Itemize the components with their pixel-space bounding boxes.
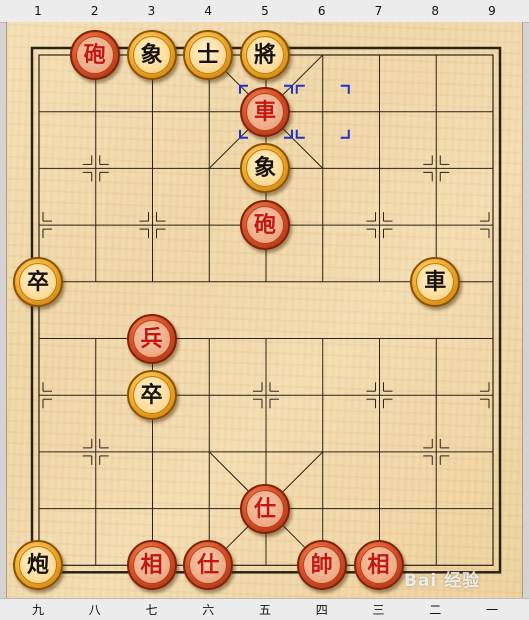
black-soldier-mid-piece[interactable]: 卒 bbox=[126, 370, 177, 421]
black-elephant-top-piece[interactable]: 象 bbox=[126, 30, 177, 80]
piece-face: 象 bbox=[132, 36, 171, 74]
piece-label: 將 bbox=[253, 42, 276, 68]
piece-face: 車 bbox=[416, 262, 455, 301]
piece-label: 砲 bbox=[83, 42, 106, 68]
selection-marker-2-corner-0 bbox=[295, 84, 305, 94]
piece-label: 士 bbox=[197, 42, 220, 68]
file-number-4: 4 bbox=[204, 4, 213, 18]
piece-face: 卒 bbox=[132, 376, 171, 415]
piece-label: 卒 bbox=[26, 268, 49, 295]
red-chariot-top-piece[interactable]: 車 bbox=[240, 86, 290, 137]
piece-label: 車 bbox=[424, 268, 447, 295]
file-chinese-numeral-2: 八 bbox=[88, 603, 101, 617]
piece-face: 相 bbox=[132, 546, 171, 585]
file-chinese-numeral-3: 七 bbox=[145, 603, 158, 617]
selection-marker-2-corner-2 bbox=[295, 129, 305, 139]
piece-label: 象 bbox=[253, 155, 276, 182]
piece-face: 車 bbox=[246, 92, 284, 131]
red-soldier-piece[interactable]: 兵 bbox=[126, 313, 177, 364]
black-chariot-right-piece[interactable]: 車 bbox=[410, 256, 461, 307]
file-number-2: 2 bbox=[90, 4, 99, 18]
black-soldier-left-piece[interactable]: 卒 bbox=[13, 256, 63, 307]
piece-face: 相 bbox=[359, 546, 398, 585]
file-chinese-numeral-6: 四 bbox=[315, 603, 328, 617]
piece-label: 象 bbox=[140, 42, 163, 68]
piece-face: 士 bbox=[189, 36, 228, 74]
piece-face: 炮 bbox=[19, 546, 57, 585]
file-number-6: 6 bbox=[317, 4, 326, 18]
top-coordinate-bar: 1 2 3 4 5 6 7 8 9 bbox=[0, 0, 529, 23]
piece-face: 仕 bbox=[246, 489, 284, 528]
watermark-text: Bai 经验 bbox=[404, 571, 481, 591]
red-elephant-left-piece[interactable]: 相 bbox=[126, 540, 177, 591]
black-general-piece[interactable]: 將 bbox=[240, 30, 290, 80]
file-chinese-numeral-4: 六 bbox=[202, 603, 215, 617]
file-chinese-numeral-8: 二 bbox=[429, 603, 442, 617]
piece-face: 砲 bbox=[246, 206, 284, 245]
watermark: Bai 经验 bbox=[404, 566, 480, 591]
piece-label: 相 bbox=[367, 552, 390, 579]
red-advisor-mid-piece[interactable]: 仕 bbox=[240, 483, 290, 534]
piece-face: 砲 bbox=[75, 36, 114, 74]
piece-face: 兵 bbox=[132, 319, 171, 358]
red-elephant-right-piece[interactable]: 相 bbox=[353, 540, 404, 591]
file-number-1: 1 bbox=[34, 4, 42, 18]
file-chinese-numeral-5: 五 bbox=[258, 603, 271, 617]
file-number-9: 9 bbox=[488, 4, 496, 18]
piece-face: 帥 bbox=[302, 546, 341, 585]
file-number-5: 5 bbox=[261, 4, 269, 18]
file-chinese-numeral-7: 三 bbox=[372, 603, 385, 617]
file-chinese-numeral-9: 一 bbox=[485, 603, 498, 617]
piece-face: 仕 bbox=[189, 546, 228, 585]
file-chinese-numeral-1: 九 bbox=[31, 603, 44, 617]
black-advisor-top-piece[interactable]: 士 bbox=[183, 30, 234, 80]
file-number-3: 3 bbox=[147, 4, 156, 18]
selection-marker-2-corner-3 bbox=[340, 129, 350, 139]
bottom-coordinate-bar: 九八七六五四三二一 bbox=[0, 598, 529, 620]
piece-label: 砲 bbox=[253, 212, 276, 239]
selection-marker-2-corner-1 bbox=[340, 84, 350, 94]
piece-face: 卒 bbox=[19, 262, 57, 301]
piece-label: 仕 bbox=[197, 552, 220, 579]
piece-label: 兵 bbox=[140, 325, 163, 352]
piece-label: 車 bbox=[253, 98, 276, 125]
piece-face: 象 bbox=[246, 149, 284, 188]
file-number-7: 7 bbox=[374, 4, 383, 18]
red-cannon-mid-piece[interactable]: 砲 bbox=[240, 200, 290, 251]
piece-label: 卒 bbox=[140, 382, 163, 409]
piece-label: 炮 bbox=[26, 552, 49, 579]
black-cannon-bottom-piece[interactable]: 炮 bbox=[13, 540, 63, 591]
black-cannon-top-piece[interactable]: 砲 bbox=[69, 30, 120, 80]
file-number-8: 8 bbox=[431, 4, 440, 18]
piece-face: 將 bbox=[246, 36, 284, 74]
piece-label: 相 bbox=[140, 552, 163, 579]
piece-label: 仕 bbox=[253, 495, 276, 522]
piece-label: 帥 bbox=[310, 552, 333, 579]
red-general-piece[interactable]: 帥 bbox=[296, 540, 347, 591]
xiangqi-window: 123456789 九八七六五四三二一 砲象士將車象砲卒車兵卒仕炮相仕帥相 Ba… bbox=[0, 0, 529, 620]
